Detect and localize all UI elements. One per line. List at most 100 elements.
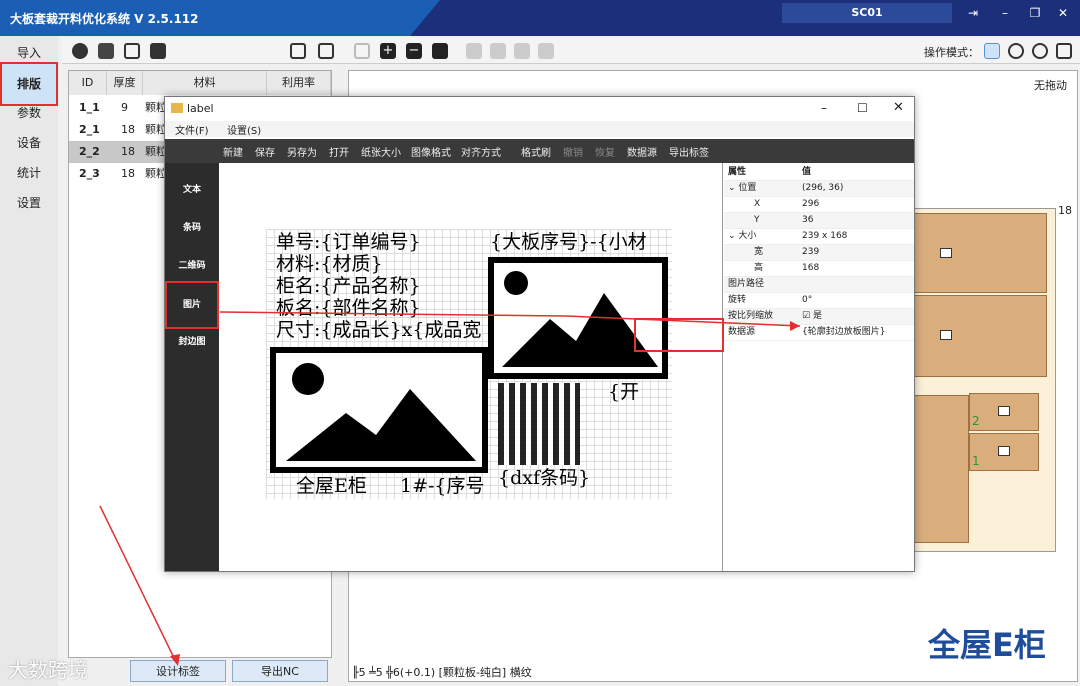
cell-id: 2_1 [79,123,100,136]
label-text-order[interactable]: 单号:{订单编号} [276,231,421,253]
mode-label: 操作模式： [924,46,979,59]
tool-save[interactable]: 保存 [255,144,275,159]
nav-params[interactable]: 参数 [0,100,58,126]
prop-x-value[interactable]: 296 [802,197,819,212]
brand-logo: 全屋E柜 [928,626,1046,664]
logout-icon[interactable]: ⇥ [962,4,984,22]
label-grid: 单号:{订单编号} 材料:{材质} 柜名:{产品名称} 板名:{部件名称} 尺寸… [266,229,672,499]
prop-height: 高 [754,263,764,273]
open-icon[interactable] [290,43,306,59]
label-text-size[interactable]: 尺寸:{成品长}x{成品宽 [276,319,492,341]
tool-paper-size[interactable]: 纸张大小 [361,144,401,159]
design-label-button[interactable]: 设计标签 [130,660,226,682]
lw-minimize-icon[interactable]: – [821,101,827,115]
lw-close-icon[interactable]: ✕ [893,100,904,115]
label-text-open[interactable]: {开 [608,381,639,403]
export-nc-button[interactable]: 导出NC [232,660,328,682]
settings-icon[interactable] [72,43,88,59]
board-part[interactable] [913,295,1047,377]
label-text-cabinet[interactable]: 柜名:{产品名称} [276,275,421,297]
user-tab[interactable]: SC01 [782,3,952,23]
remove-icon[interactable]: − [406,43,422,59]
board-part[interactable]: 1 [969,433,1039,471]
col-id[interactable]: ID [69,71,107,95]
label-text-dxf[interactable]: {dxf条码} [498,467,590,489]
part-label-icon [940,330,952,340]
palette-barcode[interactable]: 条码 [165,209,219,247]
pointer-icon[interactable] [984,43,1000,59]
prop-size-value[interactable]: 239 x 168 [802,229,847,244]
menu-settings[interactable]: 设置(S) [227,122,261,137]
tool-datasource[interactable]: 数据源 [627,144,657,159]
nav-stats[interactable]: 统计 [0,160,58,186]
prop-height-value[interactable]: 168 [802,261,819,276]
prop-rotation-value[interactable]: 0° [802,293,812,308]
label-text-material[interactable]: 材料:{材质} [276,253,383,275]
tool-export-label[interactable]: 导出标签 [669,144,709,159]
prop-y-value[interactable]: 36 [802,213,813,228]
tool-image-format[interactable]: 图像格式 [411,144,451,159]
label-text-part[interactable]: 板名:{部件名称} [276,297,421,319]
stack-icon[interactable] [98,43,114,59]
tool-undo: 撤销 [563,148,583,159]
tool-d-icon [538,43,554,59]
board-sheet[interactable]: 2 1 [908,208,1056,552]
label-image-placeholder[interactable] [270,347,488,473]
rotate-ccw-icon[interactable] [1032,43,1048,59]
board-part[interactable]: 2 [969,393,1039,431]
save-image-icon[interactable] [150,43,166,59]
prop-position-value[interactable]: (296, 36) [802,181,843,196]
tool-format-brush[interactable]: 格式刷 [521,144,551,159]
palette-text[interactable]: 文本 [165,171,219,209]
prop-datasource: 数据源 [728,327,756,337]
menu-file[interactable]: 文件(F) [175,122,209,137]
prop-x: X [754,199,761,209]
tool-a-icon [466,43,482,59]
save-icon [354,43,370,59]
tool-b-icon [490,43,506,59]
tool-save-as[interactable]: 另存为 [287,144,317,159]
board-part[interactable] [913,395,969,543]
image-icon[interactable] [124,43,140,59]
qrcode-icon[interactable] [498,383,580,465]
add-icon[interactable]: + [380,43,396,59]
prop-size: ⌄ 大小 [728,231,757,241]
part-label-icon [940,248,952,258]
part-number: 1 [972,454,980,468]
tool-open[interactable]: 打开 [329,144,349,159]
label-text-board-no[interactable]: {大板序号}-{小材 [490,231,670,253]
drag-mode-label: 无拖动 [1034,79,1067,92]
insert-icon[interactable] [432,43,448,59]
part-label-icon [998,446,1010,456]
label-text-brand[interactable]: 全屋E柜 [296,475,367,497]
label-design-area[interactable]: 单号:{订单编号} 材料:{材质} 柜名:{产品名称} 板名:{部件名称} 尺寸… [219,163,723,571]
hand-icon[interactable] [1056,43,1072,59]
tool-new[interactable]: 新建 [223,144,243,159]
prop-header: 属性 [728,167,747,177]
tool-c-icon [514,43,530,59]
rotate-icon[interactable] [1008,43,1024,59]
prop-datasource-value[interactable]: {轮廓封边放板图片} [802,325,885,340]
close-icon[interactable]: ✕ [1052,4,1074,22]
palette-edge-diagram[interactable]: 封边图 [165,323,219,361]
restore-icon[interactable]: ❐ [1024,4,1046,22]
open2-icon[interactable] [318,43,334,59]
prop-size-label: 大小 [738,231,757,241]
app-title: 大板套裁开料优化系统 V 2.5.112 [10,12,199,26]
nav-device[interactable]: 设备 [0,130,58,156]
tool-align[interactable]: 对齐方式 [461,144,501,159]
prop-keep-ratio-value[interactable]: ☑ 是 [802,309,822,324]
part-label-icon [998,406,1010,416]
palette-image[interactable]: 图片 [165,281,219,329]
board-part[interactable] [913,213,1047,293]
prop-position-label: 位置 [738,183,757,193]
col-thickness[interactable]: 厚度 [107,71,143,95]
lw-maximize-icon[interactable]: ☐ [857,101,868,115]
nav-settings[interactable]: 设置 [0,190,58,216]
minimize-icon[interactable]: – [994,4,1016,22]
col-material[interactable]: 材料 [143,71,267,95]
palette-qrcode[interactable]: 二维码 [165,247,219,285]
col-utilization[interactable]: 利用率 [267,71,331,95]
label-text-seq[interactable]: 1#-{序号 [400,475,484,497]
prop-width-value[interactable]: 239 [802,245,819,260]
